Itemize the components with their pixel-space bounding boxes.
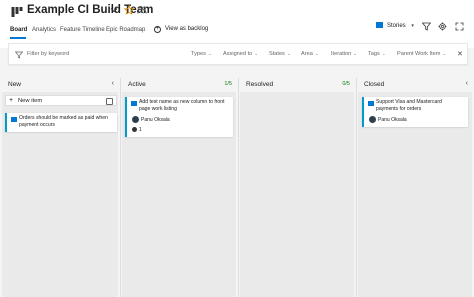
filter-types-dropdown[interactable]: Types ⌄ bbox=[191, 51, 212, 57]
chevron-left-icon[interactable]: ‹ bbox=[112, 80, 114, 87]
team-members-icon[interactable] bbox=[137, 5, 147, 15]
filter-bar: Types⌄ Assigned to⌄ States⌄ Area⌄ Iterat… bbox=[8, 43, 468, 65]
avatar bbox=[369, 116, 376, 123]
top-bar: Example CI Build Team Board Analytics Fe… bbox=[0, 0, 474, 48]
card-assignee[interactable]: Panu Oksala bbox=[369, 116, 407, 123]
new-item-label: New item bbox=[18, 98, 43, 104]
story-icon bbox=[376, 22, 383, 28]
view-as-backlog-button[interactable]: + View as backlog bbox=[154, 26, 208, 33]
plus-circle-icon: + bbox=[154, 26, 161, 33]
filter-iteration-dropdown[interactable]: Iteration ⌄ bbox=[331, 51, 357, 57]
plus-icon: + bbox=[9, 97, 14, 104]
filter-area-dropdown[interactable]: Area ⌄ bbox=[301, 51, 319, 57]
avatar bbox=[132, 116, 139, 123]
column-resolved: Resolved 0/5 bbox=[238, 78, 356, 297]
assignee-name: Panu Oksala bbox=[141, 117, 170, 123]
team-title[interactable]: Example CI Build Team bbox=[27, 4, 153, 16]
chevron-down-icon: ⌄ bbox=[353, 51, 357, 56]
new-item-button[interactable]: + New item bbox=[5, 95, 117, 106]
column-title: Closed bbox=[364, 81, 385, 88]
card-title[interactable]: Orders should be marked as paid when pay… bbox=[19, 115, 113, 128]
column-body: Add test name as new column to front pag… bbox=[122, 92, 236, 297]
assignee-name: Panu Oksala bbox=[378, 117, 407, 123]
gear-icon[interactable] bbox=[438, 22, 447, 31]
column-title: Resolved bbox=[246, 81, 274, 88]
filter-parent-work-item-dropdown[interactable]: Parent Work Item ⌄ bbox=[397, 51, 446, 57]
active-tab-indicator bbox=[10, 37, 26, 39]
wip-count: 1/5 bbox=[224, 81, 232, 87]
tab-feature-timeline[interactable]: Feature Timeline bbox=[60, 27, 105, 33]
chevron-left-icon[interactable]: ‹ bbox=[466, 80, 468, 87]
chevron-down-icon: ⌄ bbox=[314, 51, 319, 56]
chevron-down-icon: ⌄ bbox=[381, 51, 386, 56]
tab-board[interactable]: Board bbox=[10, 27, 27, 33]
chevron-down-icon: ⌄ bbox=[442, 51, 447, 56]
filter-icon[interactable] bbox=[422, 22, 431, 31]
card-title[interactable]: Add test name as new column to front pag… bbox=[139, 99, 229, 112]
filter-tags-dropdown[interactable]: Tags ⌄ bbox=[368, 51, 386, 57]
filter-types-label: Types bbox=[191, 51, 206, 57]
tab-analytics[interactable]: Analytics bbox=[32, 27, 56, 33]
filter-assigned-label: Assigned to bbox=[223, 51, 253, 57]
card-assignee[interactable]: Panu Oksala bbox=[132, 116, 170, 123]
close-icon[interactable]: ✕ bbox=[457, 50, 463, 58]
chevron-down-icon: ▼ bbox=[410, 23, 415, 28]
card-title[interactable]: Support Visa and Mastercard payments for… bbox=[376, 99, 464, 112]
fullscreen-icon[interactable] bbox=[455, 22, 464, 31]
column-body: + New item Orders should be marked as pa… bbox=[2, 92, 118, 297]
tab-epic-roadmap[interactable]: Epic Roadmap bbox=[106, 27, 145, 33]
wip-count: 0/5 bbox=[342, 81, 350, 87]
view-backlog-label: View as backlog bbox=[165, 26, 209, 32]
filter-assigned-to-dropdown[interactable]: Assigned to ⌄ bbox=[223, 51, 258, 57]
task-count[interactable]: 1 bbox=[132, 127, 142, 133]
column-closed: Closed ‹ Support Visa and Mastercard pay… bbox=[356, 78, 474, 297]
chevron-down-icon: ⌄ bbox=[254, 51, 259, 56]
column-new: New ‹ + New item Orders should be marked… bbox=[0, 78, 120, 297]
favorite-star-icon[interactable] bbox=[124, 5, 134, 15]
filter-tags-label: Tags bbox=[368, 51, 380, 57]
column-header: Active 1/5 bbox=[120, 78, 238, 92]
edit-icon[interactable] bbox=[106, 98, 113, 105]
column-body: Support Visa and Mastercard payments for… bbox=[358, 92, 472, 297]
filter-keyword-input[interactable] bbox=[27, 51, 137, 57]
filter-parent-label: Parent Work Item bbox=[397, 51, 441, 57]
column-header: New ‹ bbox=[0, 78, 120, 92]
column-title: Active bbox=[128, 81, 146, 88]
task-count-value: 1 bbox=[139, 127, 142, 133]
column-body bbox=[240, 92, 354, 297]
work-item-card[interactable]: Add test name as new column to front pag… bbox=[125, 97, 233, 137]
filter-icon bbox=[15, 51, 23, 59]
column-active: Active 1/5 Add test name as new column t… bbox=[120, 78, 238, 297]
filter-states-dropdown[interactable]: States ⌄ bbox=[269, 51, 291, 57]
filter-area-label: Area bbox=[301, 51, 313, 57]
board-icon bbox=[11, 6, 23, 18]
filter-iteration-label: Iteration bbox=[331, 51, 352, 57]
filter-states-label: States bbox=[269, 51, 285, 57]
backlog-level-label: Stories bbox=[387, 23, 406, 29]
column-header: Resolved 0/5 bbox=[238, 78, 356, 92]
person-icon bbox=[132, 127, 137, 132]
column-title: New bbox=[8, 81, 22, 88]
chevron-down-icon: ⌄ bbox=[207, 51, 212, 56]
backlog-level-selector[interactable]: Stories ▼ bbox=[376, 22, 415, 29]
story-icon bbox=[11, 117, 17, 122]
story-icon bbox=[131, 101, 137, 106]
work-item-card[interactable]: Support Visa and Mastercard payments for… bbox=[362, 97, 468, 127]
chevron-down-icon: ⌄ bbox=[286, 51, 291, 56]
column-header: Closed ‹ bbox=[356, 78, 474, 92]
work-item-card[interactable]: Orders should be marked as paid when pay… bbox=[5, 113, 117, 132]
story-icon bbox=[368, 101, 374, 106]
kanban-board: New ‹ + New item Orders should be marked… bbox=[0, 78, 474, 297]
chevron-down-icon[interactable] bbox=[110, 6, 118, 14]
